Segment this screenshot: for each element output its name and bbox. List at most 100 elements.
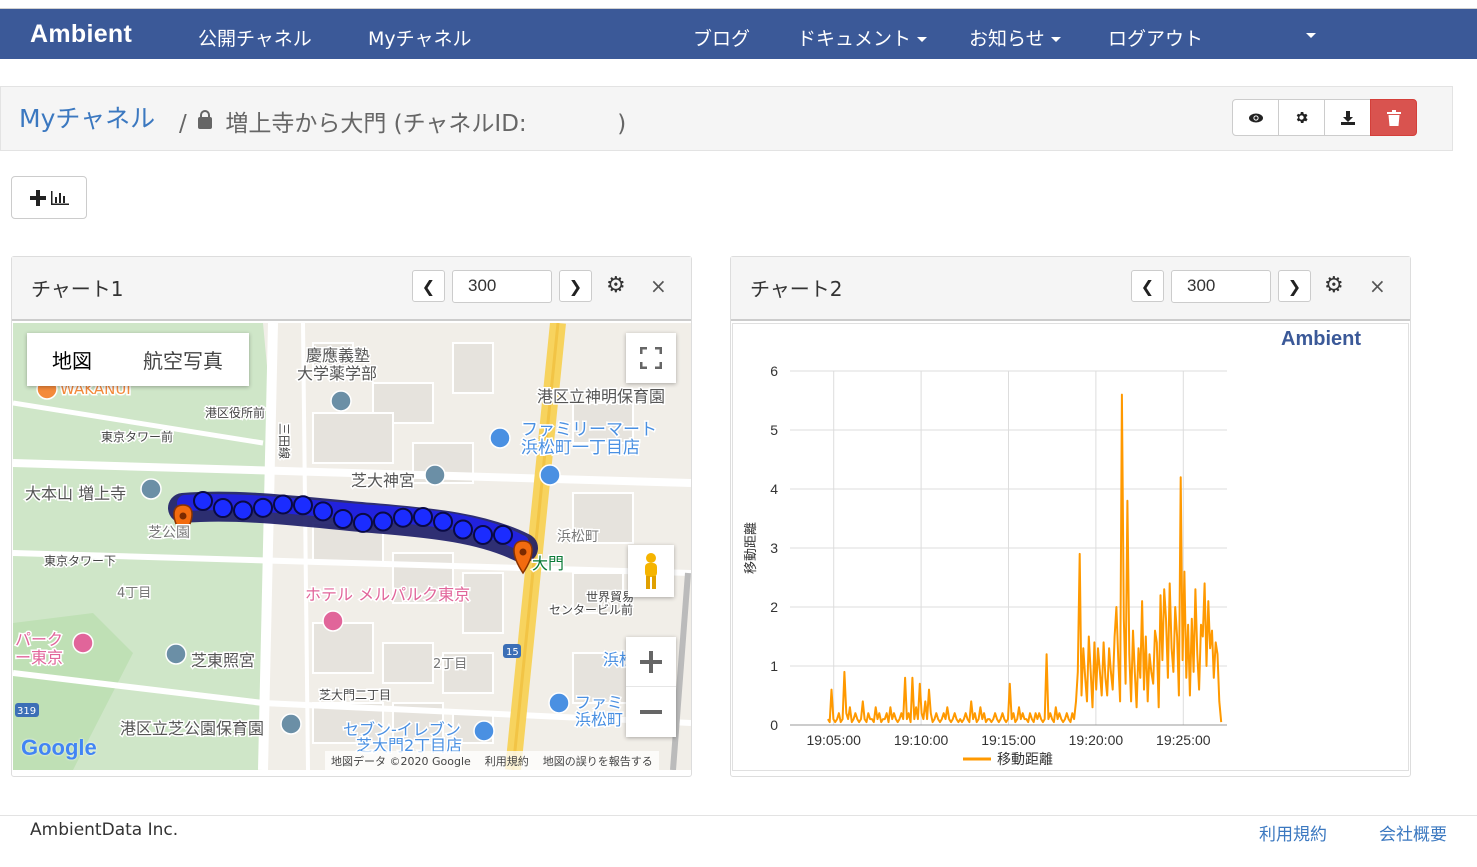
y-tick-label: 6 <box>770 363 778 379</box>
location-pin-icon <box>353 512 373 533</box>
location-pin-icon <box>193 491 213 511</box>
map-view[interactable]: 慶應義塾 大学薬学部 港区立神明保育園 ファミリーマート 浜松町一丁目店 港区役所前 東京タ… <box>13 323 691 770</box>
city-block <box>382 642 434 684</box>
nav-news-label: お知らせ <box>969 28 1045 50</box>
chevron-right-icon: ❯ <box>568 276 583 296</box>
footer-terms-link[interactable]: 利用規約 <box>1259 820 1327 845</box>
chevron-down-icon <box>1050 37 1061 42</box>
chevron-left-icon: ❮ <box>421 276 436 296</box>
map-report-link[interactable]: 地図の誤りを報告する <box>543 753 653 768</box>
map-place-label: 芝公園 <box>148 525 190 541</box>
nav-public-channels[interactable]: 公開チャネル <box>198 24 312 51</box>
poi-marker-icon <box>489 427 511 449</box>
chart1-close-button[interactable]: × <box>650 274 667 298</box>
map-place-label: 大門 <box>532 554 564 573</box>
map-place-label: 東京タワー前 <box>101 429 173 444</box>
nav-docs-dropdown[interactable]: ドキュメント <box>797 24 928 51</box>
chart-watermark: Ambient <box>1281 328 1361 350</box>
map-place-label: 慶應義塾 <box>306 346 370 365</box>
delete-button[interactable] <box>1370 99 1417 136</box>
eye-icon <box>1248 113 1263 122</box>
poi-marker-icon <box>165 643 187 665</box>
chart1-header: チャート1 ❮ 300 ❯ ⚙ × <box>12 257 691 321</box>
map-place-label: 浜松町 <box>575 710 623 729</box>
settings-button[interactable] <box>1278 99 1325 136</box>
map-place-label: 芝東照宮 <box>191 651 255 670</box>
map-place-label: 港区立芝公園保育園 <box>120 719 264 738</box>
endpoint-pin-dot <box>519 548 527 556</box>
y-tick-label: 0 <box>770 717 778 733</box>
poi-marker-icon <box>424 464 446 486</box>
location-pin-icon <box>453 519 473 540</box>
legend-label: 移動距離 <box>997 751 1053 768</box>
brand-logo[interactable]: Ambient <box>30 20 132 49</box>
line-chart: Ambient 0 1 2 3 4 5 6 19:05:00 19:10:00 19:15:00 19… <box>732 323 1409 771</box>
chart1-title: チャート1 <box>31 277 124 301</box>
nav-logout[interactable]: ログアウト <box>1108 24 1203 51</box>
chart1-prev-button[interactable]: ❮ <box>412 270 445 302</box>
chart1-count-input[interactable]: 300 <box>452 270 552 303</box>
map-terms-link[interactable]: 利用規約 <box>485 753 529 768</box>
user-menu-dropdown[interactable] <box>1300 24 1316 46</box>
fullscreen-button[interactable] <box>626 333 676 383</box>
city-block <box>452 342 494 394</box>
chart1-settings-gear-icon[interactable]: ⚙ <box>606 273 626 298</box>
location-pin-icon <box>493 524 513 545</box>
nav-my-channels[interactable]: Myチャネル <box>368 24 471 51</box>
map-place-label: 4丁目 <box>117 586 151 601</box>
poi-marker-icon <box>539 464 561 486</box>
minus-icon <box>640 710 662 714</box>
location-pin-icon <box>233 500 253 521</box>
poi-marker-icon <box>548 692 570 714</box>
x-tick-label: 19:10:00 <box>894 732 949 748</box>
map-place-label: 大本山 増上寺 <box>25 484 126 503</box>
location-pin-icon <box>273 494 293 515</box>
map-attribution: 地図データ ©2020 Google 利用規約 地図の誤りを報告する <box>325 751 659 770</box>
poi-marker-icon <box>322 610 344 632</box>
plus-icon <box>640 650 662 673</box>
map-place-label: 2丁目 <box>433 657 467 672</box>
map-place-label: 浜松町 <box>557 529 599 545</box>
breadcrumb-my-channels[interactable]: Myチャネル <box>19 99 155 135</box>
download-button[interactable] <box>1324 99 1371 136</box>
map-type-map-button[interactable]: 地図 <box>27 333 117 386</box>
map-type-satellite-button[interactable]: 航空写真 <box>117 333 249 386</box>
map-canvas: 慶應義塾大学薬学部港区立神明保育園ファミリーマート浜松町一丁目店 港区役所前東京タ… <box>13 323 691 770</box>
y-tick-label: 3 <box>770 540 778 556</box>
chart2-count-input[interactable]: 300 <box>1171 270 1271 303</box>
endpoint-pin-dot <box>179 512 187 520</box>
download-icon <box>1340 110 1355 125</box>
location-pin-icon <box>293 495 313 516</box>
channel-name: 増上寺から大門 (チャネルID: <box>225 111 527 137</box>
zoom-in-button[interactable] <box>626 637 676 687</box>
google-logo[interactable]: Google <box>21 735 97 761</box>
view-button[interactable] <box>1232 99 1279 136</box>
location-pin-icon <box>333 508 353 529</box>
map-place-label: 港区立神明保育園 <box>537 387 665 406</box>
street-view-pegman[interactable] <box>628 545 674 597</box>
footer-company: AmbientData Inc. <box>30 820 179 840</box>
location-pin-icon <box>433 511 453 532</box>
x-tick-label: 19:05:00 <box>806 732 861 748</box>
chart2-prev-button[interactable]: ❮ <box>1131 270 1164 302</box>
chart2-settings-gear-icon[interactable]: ⚙ <box>1324 273 1344 298</box>
map-place-label: 芝大門二丁目 <box>319 687 391 702</box>
nav-news-dropdown[interactable]: お知らせ <box>969 24 1061 51</box>
series-line <box>827 393 1223 724</box>
map-place-label: 大学薬学部 <box>297 364 377 383</box>
nav-blog[interactable]: ブログ <box>693 24 750 51</box>
top-strip <box>0 0 1477 9</box>
zoom-out-button[interactable] <box>626 687 676 737</box>
map-place-label: パーク <box>15 630 63 649</box>
chart1-next-button[interactable]: ❯ <box>559 270 592 302</box>
add-chart-button[interactable] <box>11 176 87 219</box>
footer-about-link[interactable]: 会社概要 <box>1379 820 1447 845</box>
chart2-close-button[interactable]: × <box>1369 274 1386 298</box>
chart2-next-button[interactable]: ❯ <box>1278 270 1311 302</box>
google-logo-text: Google <box>21 735 97 760</box>
gear-icon <box>1296 112 1308 123</box>
poi-marker-icon <box>72 632 94 654</box>
plus-icon <box>29 189 46 206</box>
chevron-down-icon <box>1306 33 1316 38</box>
map-place-label: ホテル メルパルク東京 <box>305 585 470 604</box>
